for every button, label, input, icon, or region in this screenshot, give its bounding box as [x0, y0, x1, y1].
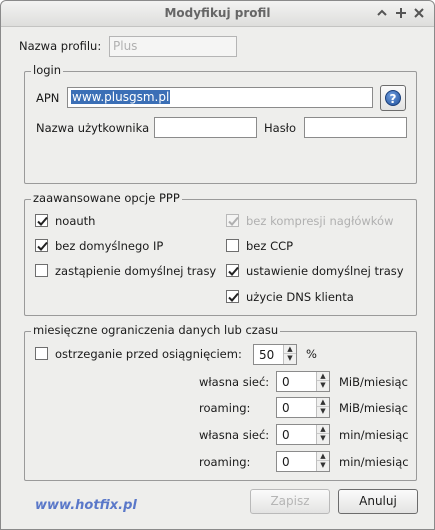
- no-header-compression-checkbox: [226, 214, 239, 227]
- no-header-compression-label: bez kompresji nagłówków: [246, 214, 394, 228]
- set-default-route-label: ustawienie domyślnej trasy: [246, 264, 404, 278]
- home-time-label: własna sieć:: [199, 428, 270, 442]
- spin-arrows: ▲ ▼: [316, 452, 329, 471]
- spin-up-icon[interactable]: ▲: [284, 345, 296, 354]
- roaming-time-unit: min/miesiąc: [339, 455, 409, 469]
- use-peer-dns-checkbox[interactable]: [226, 290, 239, 303]
- brand-link[interactable]: www.hotfix.pl: [35, 498, 137, 513]
- home-data-unit: MiB/miesiąc: [339, 375, 408, 389]
- help-button[interactable]: ?: [380, 85, 406, 111]
- roaming-time-spinbox[interactable]: 0 ▲ ▼: [276, 451, 330, 472]
- spin-down-icon[interactable]: ▼: [284, 354, 296, 363]
- close-icon[interactable]: [412, 5, 426, 21]
- roaming-time-value: 0: [282, 455, 290, 469]
- username-label: Nazwa użytkownika: [36, 121, 150, 135]
- help-icon: ?: [385, 90, 401, 106]
- warn-percent-value: 50: [259, 348, 275, 362]
- roaming-time-label: roaming:: [199, 455, 251, 469]
- spin-arrows: ▲ ▼: [316, 372, 329, 391]
- ppp-options-title: zaawansowane opcje PPP: [31, 191, 182, 205]
- spin-arrows: ▲ ▼: [283, 345, 296, 364]
- noauth-label: noauth: [55, 214, 96, 228]
- window-title: Modyfikuj profil: [164, 6, 271, 20]
- warn-percent-unit: %: [306, 347, 317, 361]
- profile-name-label: Nazwa profilu:: [19, 39, 102, 53]
- login-group-title: login: [31, 63, 64, 77]
- apn-field[interactable]: www.plusgsm.pl: [67, 87, 373, 108]
- cancel-button[interactable]: Anuluj: [338, 489, 418, 514]
- spin-arrows: ▲ ▼: [316, 425, 329, 444]
- roaming-data-label: roaming:: [199, 401, 251, 415]
- spin-up-icon[interactable]: ▲: [317, 425, 329, 434]
- password-label: Hasło: [264, 121, 296, 135]
- spin-up-icon[interactable]: ▲: [317, 398, 329, 407]
- warn-before-limit-checkbox[interactable]: [35, 347, 48, 360]
- profile-name-field: Plus: [109, 36, 237, 57]
- no-default-ip-label: bez domyślnego IP: [55, 239, 164, 253]
- home-time-spinbox[interactable]: 0 ▲ ▼: [276, 424, 330, 445]
- spin-down-icon[interactable]: ▼: [317, 461, 329, 470]
- apn-value: www.plusgsm.pl: [71, 90, 171, 104]
- roaming-data-value: 0: [282, 401, 290, 415]
- spin-up-icon[interactable]: ▲: [317, 452, 329, 461]
- noauth-checkbox[interactable]: [35, 214, 48, 227]
- title-bar[interactable]: Modyfikuj profil: [1, 1, 434, 27]
- home-data-value: 0: [282, 375, 290, 389]
- replace-default-route-checkbox[interactable]: [35, 264, 48, 277]
- maximize-icon[interactable]: [394, 5, 408, 21]
- warn-before-limit-label: ostrzeganie przed osiągnięciem:: [55, 347, 242, 361]
- home-time-value: 0: [282, 428, 290, 442]
- roaming-data-unit: MiB/miesiąc: [339, 401, 408, 415]
- set-default-route-checkbox[interactable]: [226, 264, 239, 277]
- password-field[interactable]: [304, 117, 407, 138]
- save-button: Zapisz: [250, 489, 330, 514]
- warn-percent-spinbox[interactable]: 50 ▲ ▼: [253, 344, 297, 365]
- minimize-icon[interactable]: [375, 5, 389, 21]
- no-default-ip-checkbox[interactable]: [35, 239, 48, 252]
- no-ccp-label: bez CCP: [246, 239, 294, 253]
- no-ccp-checkbox[interactable]: [226, 239, 239, 252]
- apn-label: APN: [36, 91, 60, 105]
- spin-down-icon[interactable]: ▼: [317, 407, 329, 416]
- dialog-window: Modyfikuj profil Nazwa profilu: Plus log…: [0, 0, 435, 530]
- home-time-unit: min/miesiąc: [339, 428, 409, 442]
- spin-up-icon[interactable]: ▲: [317, 372, 329, 381]
- home-data-label: własna sieć:: [199, 375, 270, 389]
- use-peer-dns-label: użycie DNS klienta: [246, 290, 354, 304]
- replace-default-route-label: zastąpienie domyślnej trasy: [55, 264, 217, 278]
- spin-arrows: ▲ ▼: [316, 398, 329, 417]
- roaming-data-spinbox[interactable]: 0 ▲ ▼: [276, 397, 330, 418]
- home-data-spinbox[interactable]: 0 ▲ ▼: [276, 371, 330, 392]
- spin-down-icon[interactable]: ▼: [317, 434, 329, 443]
- spin-down-icon[interactable]: ▼: [317, 381, 329, 390]
- monthly-limits-title: miesięczne ograniczenia danych lub czasu: [31, 323, 281, 337]
- username-field[interactable]: [154, 117, 257, 138]
